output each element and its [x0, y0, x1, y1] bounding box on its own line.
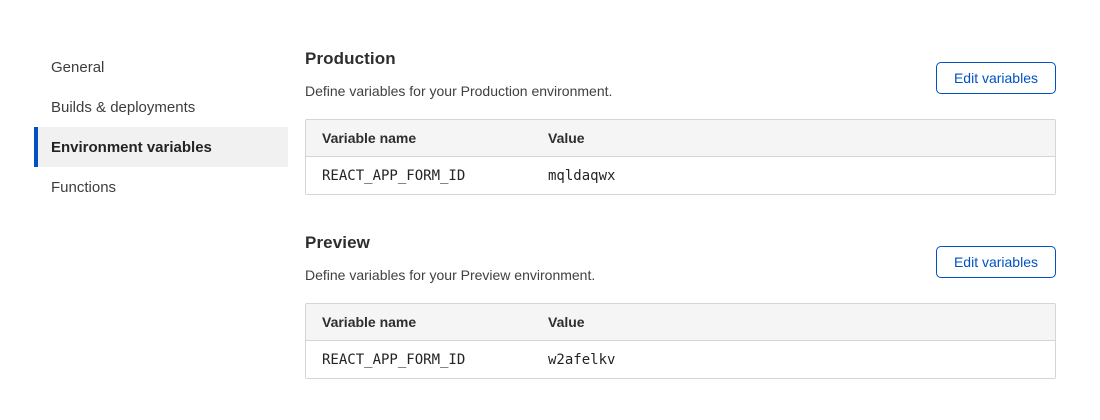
production-variables-table: Variable name Value REACT_APP_FORM_ID mq…	[305, 119, 1056, 195]
environment-variables-panel: Production Define variables for your Pro…	[305, 47, 1056, 379]
table-row: REACT_APP_FORM_ID mqldaqwx	[306, 157, 1055, 194]
sidebar-item-functions[interactable]: Functions	[34, 167, 288, 207]
edit-variables-button-production[interactable]: Edit variables	[936, 62, 1056, 94]
variable-value-cell: w2afelkv	[532, 341, 1055, 378]
production-header-text: Production Define variables for your Pro…	[305, 49, 612, 99]
table-header-row: Variable name Value	[306, 304, 1055, 341]
column-header-variable-name: Variable name	[306, 120, 532, 157]
table-header-row: Variable name Value	[306, 120, 1055, 157]
variable-value-cell: mqldaqwx	[532, 157, 1055, 194]
variable-name-cell: REACT_APP_FORM_ID	[306, 341, 532, 378]
sidebar-item-label: Functions	[51, 179, 116, 196]
section-description: Define variables for your Production env…	[305, 83, 612, 99]
column-header-variable-name: Variable name	[306, 304, 532, 341]
sidebar-item-builds-deployments[interactable]: Builds & deployments	[34, 87, 288, 127]
preview-variables-table: Variable name Value REACT_APP_FORM_ID w2…	[305, 303, 1056, 379]
settings-page: General Builds & deployments Environment…	[0, 0, 1100, 379]
sidebar-item-label: Builds & deployments	[51, 99, 195, 116]
production-section: Production Define variables for your Pro…	[305, 49, 1056, 195]
section-title: Production	[305, 49, 612, 69]
preview-header-text: Preview Define variables for your Previe…	[305, 233, 595, 283]
sidebar-item-general[interactable]: General	[34, 47, 288, 87]
column-header-value: Value	[532, 120, 1055, 157]
section-title: Preview	[305, 233, 595, 253]
settings-sidebar: General Builds & deployments Environment…	[34, 47, 288, 379]
sidebar-item-environment-variables[interactable]: Environment variables	[34, 127, 288, 167]
preview-section-header: Preview Define variables for your Previe…	[305, 233, 1056, 283]
preview-section: Preview Define variables for your Previe…	[305, 233, 1056, 379]
section-description: Define variables for your Preview enviro…	[305, 267, 595, 283]
variable-name-cell: REACT_APP_FORM_ID	[306, 157, 532, 194]
column-header-value: Value	[532, 304, 1055, 341]
sidebar-item-label: General	[51, 59, 104, 76]
edit-variables-button-preview[interactable]: Edit variables	[936, 246, 1056, 278]
table-row: REACT_APP_FORM_ID w2afelkv	[306, 341, 1055, 378]
production-section-header: Production Define variables for your Pro…	[305, 49, 1056, 99]
sidebar-item-label: Environment variables	[51, 139, 212, 156]
